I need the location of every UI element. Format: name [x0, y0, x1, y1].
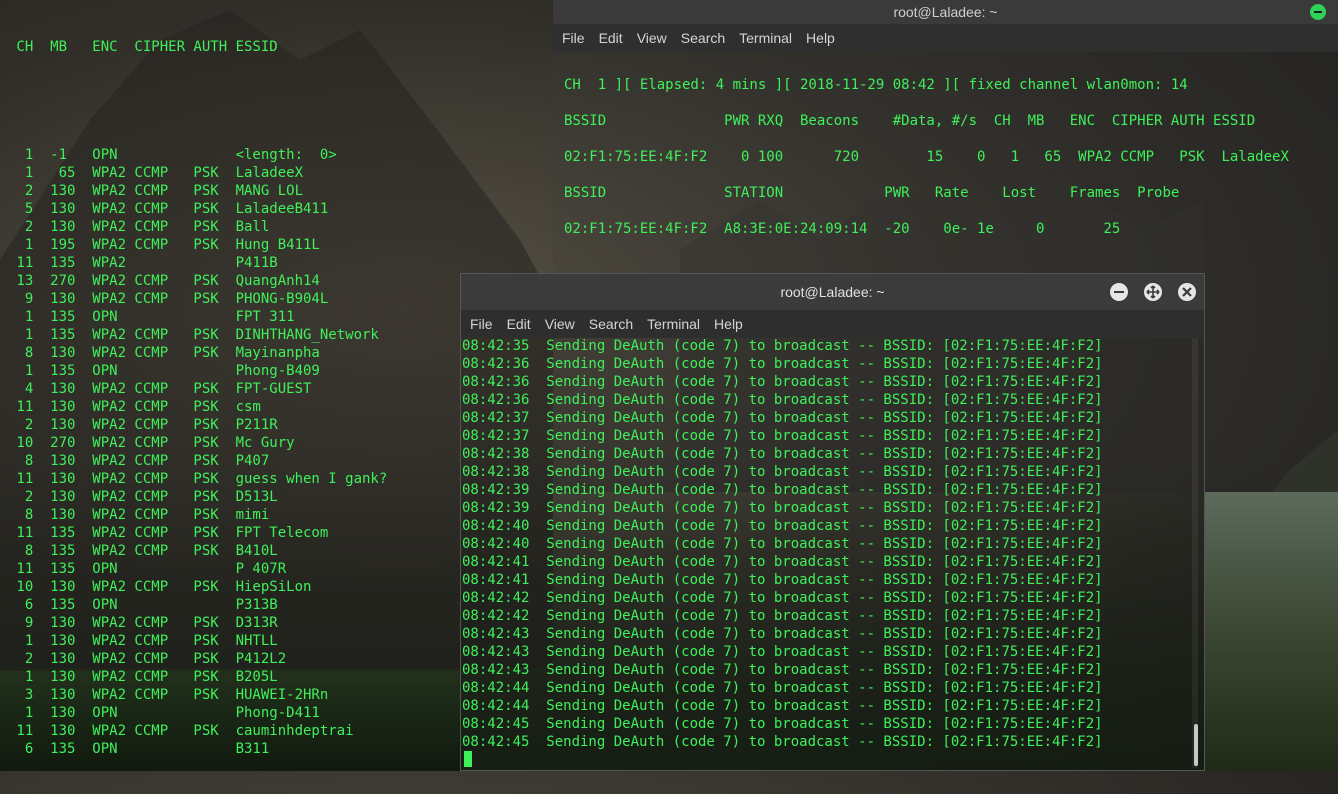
scan-header: CH MB ENC CIPHER AUTH ESSID [8, 39, 278, 55]
deauth-line: 08:42:43 Sending DeAuth (code 7) to broa… [462, 626, 1103, 642]
close-icon[interactable] [1178, 283, 1196, 301]
network-row: 1 65 WPA2 CCMP PSK LaladeeX [8, 165, 304, 181]
network-row: 11 135 WPA2 CCMP PSK FPT Telecom [8, 525, 329, 541]
window-title: root@Laladee: ~ [780, 284, 885, 300]
network-row: 11 130 WPA2 CCMP PSK csm [8, 399, 261, 415]
deauth-line: 08:42:36 Sending DeAuth (code 7) to broa… [462, 356, 1103, 372]
network-row: 11 135 OPN P 407R [8, 561, 287, 577]
deauth-line: 08:42:44 Sending DeAuth (code 7) to broa… [462, 680, 1103, 696]
network-row: 13 270 WPA2 CCMP PSK QuangAnh14 [8, 273, 320, 289]
network-list: 1 -1 OPN <length: 0> 1 65 WPA2 CCMP PSK … [8, 146, 387, 758]
window-title: root@Laladee: ~ [893, 4, 998, 20]
deauth-line: 08:42:37 Sending DeAuth (code 7) to broa… [462, 410, 1103, 426]
network-row: 8 130 WPA2 CCMP PSK Mayinanpha [8, 345, 320, 361]
menu-search[interactable]: Search [674, 24, 732, 52]
deauth-line: 08:42:42 Sending DeAuth (code 7) to broa… [462, 608, 1103, 624]
deauth-line: 08:42:40 Sending DeAuth (code 7) to broa… [462, 536, 1103, 552]
network-row: 11 130 WPA2 CCMP PSK cauminhdeptrai [8, 723, 354, 739]
network-row: 2 130 WPA2 CCMP PSK P211R [8, 417, 278, 433]
deauth-line: 08:42:39 Sending DeAuth (code 7) to broa… [462, 482, 1103, 498]
menu-bar: File Edit View Search Terminal Help [461, 310, 1204, 338]
deauth-line: 08:42:38 Sending DeAuth (code 7) to broa… [462, 464, 1103, 480]
network-row: 2 130 WPA2 CCMP PSK D513L [8, 489, 278, 505]
menu-view[interactable]: View [630, 24, 674, 52]
output-line: 02:F1:75:EE:4F:F2 0 100 720 15 0 1 65 WP… [564, 149, 1289, 165]
network-row: 8 130 WPA2 CCMP PSK P407 [8, 453, 270, 469]
deauth-line: 08:42:37 Sending DeAuth (code 7) to broa… [462, 428, 1103, 444]
network-row: 1 -1 OPN <length: 0> [8, 147, 337, 163]
output-line: BSSID STATION PWR Rate Lost Frames Probe [564, 185, 1180, 201]
deauth-line: 08:42:36 Sending DeAuth (code 7) to broa… [462, 374, 1103, 390]
menu-file[interactable]: File [553, 24, 592, 52]
network-row: 8 135 WPA2 CCMP PSK B410L [8, 543, 278, 559]
network-row: 1 135 WPA2 CCMP PSK DINHTHANG_Network [8, 327, 379, 343]
menu-help[interactable]: Help [799, 24, 842, 52]
scrollbar-thumb[interactable] [1194, 724, 1198, 766]
network-row: 11 135 WPA2 P411B [8, 255, 278, 271]
network-row: 1 135 OPN FPT 311 [8, 309, 295, 325]
window-titlebar[interactable]: root@Laladee: ~ [461, 274, 1204, 310]
network-row: 1 195 WPA2 CCMP PSK Hung B411L [8, 237, 320, 253]
deauth-line: 08:42:35 Sending DeAuth (code 7) to broa… [462, 338, 1103, 354]
output-line: 02:F1:75:EE:4F:F2 A8:3E:0E:24:09:14 -20 … [564, 221, 1121, 237]
network-row: 8 130 WPA2 CCMP PSK mimi [8, 507, 270, 523]
network-row: 1 135 OPN Phong-B409 [8, 363, 320, 379]
network-row: 9 130 WPA2 CCMP PSK PHONG-B904L [8, 291, 329, 307]
network-row: 6 135 OPN P313B [8, 597, 278, 613]
network-row: 4 130 WPA2 CCMP PSK FPT-GUEST [8, 381, 312, 397]
deauth-line: 08:42:45 Sending DeAuth (code 7) to broa… [462, 716, 1103, 732]
deauth-line: 08:42:42 Sending DeAuth (code 7) to broa… [462, 590, 1103, 606]
network-row: 3 130 WPA2 CCMP PSK HUAWEI-2HRn [8, 687, 329, 703]
aireplay-deauth-terminal[interactable]: root@Laladee: ~ File Edit View Search Termin… [460, 273, 1205, 771]
menu-edit[interactable]: Edit [592, 24, 630, 52]
deauth-line: 08:42:39 Sending DeAuth (code 7) to broa… [462, 500, 1103, 516]
scrollbar-track[interactable] [1192, 338, 1198, 768]
menu-edit[interactable]: Edit [500, 310, 538, 338]
window-titlebar[interactable]: root@Laladee: ~ [553, 0, 1338, 24]
deauth-line: 08:42:43 Sending DeAuth (code 7) to broa… [462, 662, 1103, 678]
minimize-icon[interactable] [1110, 283, 1128, 301]
output-line: BSSID PWR RXQ Beacons #Data, #/s CH MB E… [564, 113, 1256, 129]
network-row: 9 130 WPA2 CCMP PSK D313R [8, 615, 278, 631]
network-row: 1 130 WPA2 CCMP PSK NHTLL [8, 633, 278, 649]
menu-help[interactable]: Help [707, 310, 750, 338]
menu-terminal[interactable]: Terminal [640, 310, 707, 338]
deauth-line: 08:42:45 Sending DeAuth (code 7) to broa… [462, 734, 1103, 750]
network-row: 2 130 WPA2 CCMP PSK Ball [8, 219, 270, 235]
deauth-output: 08:42:35 Sending DeAuth (code 7) to broa… [462, 337, 1103, 751]
menu-search[interactable]: Search [582, 310, 640, 338]
minimize-icon[interactable] [1310, 4, 1326, 20]
network-row: 2 130 WPA2 CCMP PSK P412L2 [8, 651, 287, 667]
menu-terminal[interactable]: Terminal [732, 24, 799, 52]
deauth-line: 08:42:43 Sending DeAuth (code 7) to broa… [462, 644, 1103, 660]
menu-view[interactable]: View [538, 310, 582, 338]
output-line: CH 1 ][ Elapsed: 4 mins ][ 2018-11-29 08… [564, 77, 1188, 93]
deauth-line: 08:42:41 Sending DeAuth (code 7) to broa… [462, 554, 1103, 570]
network-row: 6 135 OPN B311 [8, 741, 270, 757]
target-output: CH 1 ][ Elapsed: 4 mins ][ 2018-11-29 08… [564, 76, 1289, 238]
network-row: 5 130 WPA2 CCMP PSK LaladeeB411 [8, 201, 329, 217]
terminal-cursor [464, 751, 472, 767]
network-row: 1 130 WPA2 CCMP PSK B205L [8, 669, 278, 685]
deauth-line: 08:42:40 Sending DeAuth (code 7) to broa… [462, 518, 1103, 534]
menu-file[interactable]: File [461, 310, 500, 338]
deauth-line: 08:42:36 Sending DeAuth (code 7) to broa… [462, 392, 1103, 408]
deauth-line: 08:42:41 Sending DeAuth (code 7) to broa… [462, 572, 1103, 588]
network-row: 10 130 WPA2 CCMP PSK HiepSiLon [8, 579, 312, 595]
network-row: 1 130 OPN Phong-D411 [8, 705, 320, 721]
maximize-icon[interactable] [1144, 283, 1162, 301]
network-row: 10 270 WPA2 CCMP PSK Mc Gury [8, 435, 295, 451]
menu-bar: File Edit View Search Terminal Help [553, 24, 1338, 52]
deauth-line: 08:42:44 Sending DeAuth (code 7) to broa… [462, 698, 1103, 714]
scan-output: CH MB ENC CIPHER AUTH ESSID 1 -1 OPN <le… [8, 2, 387, 794]
deauth-line: 08:42:38 Sending DeAuth (code 7) to broa… [462, 446, 1103, 462]
network-row: 2 130 WPA2 CCMP PSK MANG LOL [8, 183, 304, 199]
mountain-background [1205, 492, 1338, 771]
network-row: 11 130 WPA2 CCMP PSK guess when I gank? [8, 471, 388, 487]
